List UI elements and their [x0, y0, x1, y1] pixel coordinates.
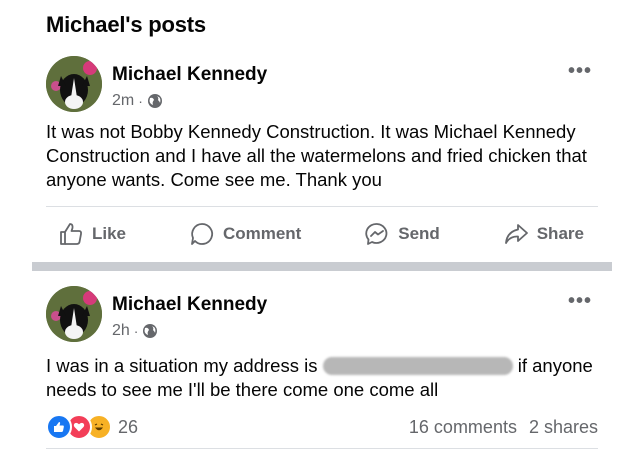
send-button[interactable]: Send: [364, 221, 440, 247]
comment-label: Comment: [222, 224, 302, 243]
engagement-counts: 16 comments 2 shares: [409, 417, 598, 438]
comment-button[interactable]: Comment: [189, 221, 301, 247]
page-title: Michael's posts: [46, 12, 206, 37]
post-author[interactable]: Michael Kennedy: [112, 64, 267, 86]
post-action-bar: Like Comment Send Share: [46, 214, 598, 254]
post-meta: 2h ·: [112, 322, 158, 340]
redacted-address: [322, 357, 513, 375]
post-text: I was in a situation my address is if an…: [46, 354, 602, 402]
comments-count[interactable]: 16 comments: [409, 417, 517, 438]
avatar[interactable]: [46, 56, 102, 112]
comment-bubble-icon: [191, 223, 213, 245]
avatar-photo: [46, 286, 102, 342]
reaction-count: 26: [118, 416, 139, 437]
avatar-photo: [46, 56, 102, 112]
more-options-icon[interactable]: •••: [568, 290, 592, 313]
post-text: It was not Bobby Kennedy Construction. I…: [46, 121, 587, 190]
post-separator: [32, 262, 612, 271]
reaction-icons[interactable]: 26: [46, 414, 138, 440]
meta-separator: ·: [133, 323, 139, 339]
divider: [46, 206, 598, 207]
like-reaction-icon: [46, 414, 72, 440]
meta-separator: ·: [138, 93, 143, 109]
share-label: Share: [536, 224, 584, 243]
divider: [46, 448, 598, 449]
like-button[interactable]: Like: [58, 221, 126, 247]
like-label: Like: [92, 224, 127, 243]
post-time[interactable]: 2h: [112, 322, 130, 340]
post-author[interactable]: Michael Kennedy: [112, 294, 267, 316]
globe-icon: [143, 324, 158, 338]
send-label: Send: [398, 224, 440, 243]
share-button[interactable]: Share: [503, 221, 584, 247]
post-meta: 2m ·: [112, 92, 163, 110]
post-time[interactable]: 2m: [112, 92, 134, 110]
messenger-icon: [365, 223, 388, 245]
more-options-icon[interactable]: •••: [568, 60, 592, 83]
share-arrow-icon: [504, 224, 528, 244]
shares-count[interactable]: 2 shares: [529, 417, 598, 438]
post-text-before: I was in a situation my address is: [46, 355, 323, 376]
avatar[interactable]: [46, 286, 102, 342]
reactions-summary: 26 16 comments 2 shares: [46, 414, 598, 440]
globe-icon: [147, 94, 162, 108]
thumbs-up-icon: [60, 223, 82, 245]
